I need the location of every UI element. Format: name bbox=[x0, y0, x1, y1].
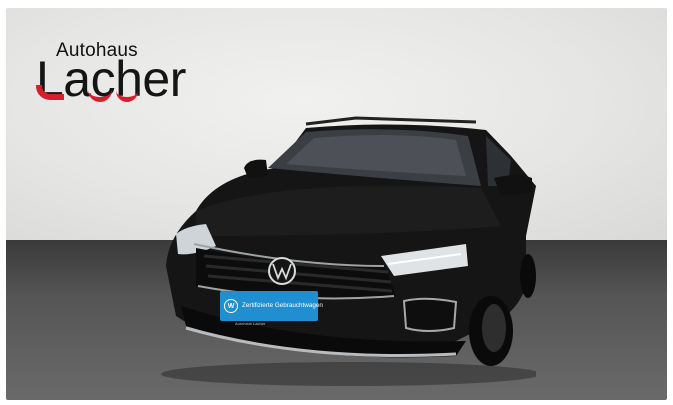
car-illustration bbox=[161, 116, 536, 386]
license-plate: W Zertifizierte Gebrauchtwagen bbox=[220, 291, 323, 321]
vw-plate-logo-icon: W bbox=[224, 299, 238, 313]
left-mirror bbox=[244, 159, 268, 178]
car-photo: Autohaus Lacher W Zertifizierte Gebrauch… bbox=[6, 8, 667, 400]
dealer-logo: Autohaus Lacher bbox=[36, 40, 206, 110]
vw-logo-icon bbox=[268, 257, 296, 285]
roof-rail bbox=[305, 116, 477, 126]
wheel-rim bbox=[482, 304, 506, 352]
plate-text: Zertifizierte Gebrauchtwagen bbox=[242, 301, 323, 309]
plate-subtext: Autohaus Lacher bbox=[235, 321, 266, 326]
fog-light bbox=[402, 297, 458, 332]
rear-wheel bbox=[520, 254, 536, 298]
car-shadow bbox=[161, 362, 536, 386]
